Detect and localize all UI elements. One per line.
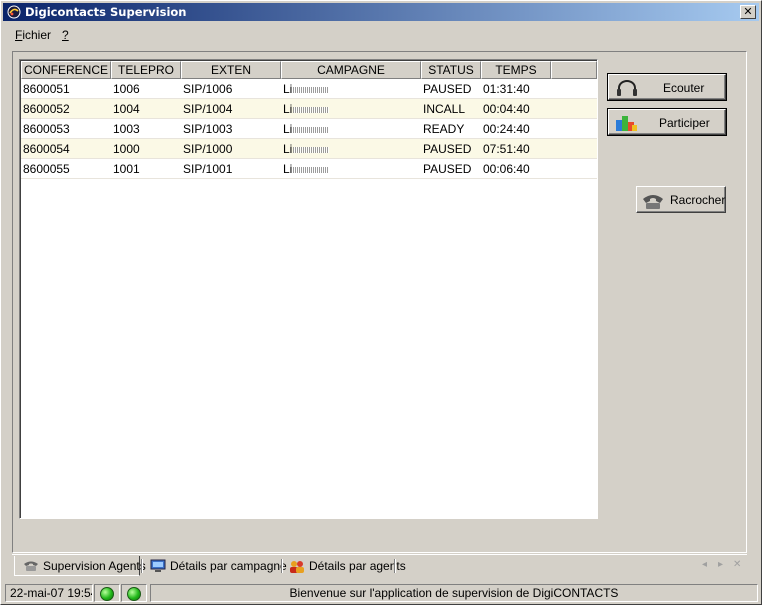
tab-separator: [394, 559, 395, 573]
cell-status: PAUSED: [423, 142, 472, 156]
tab-details-campagne-label: Détails par campagne: [170, 559, 287, 573]
tab-separator: [141, 559, 142, 573]
cell-campagne-text: Li: [283, 82, 293, 96]
cell-temps: 00:06:40: [483, 162, 530, 176]
monitor-icon: [150, 559, 166, 572]
status-led-icon: [127, 587, 141, 601]
cell-exten: SIP/1000: [183, 142, 233, 156]
people-icon: [616, 116, 637, 131]
ecouter-label: Ecouter: [663, 81, 705, 95]
tab-supervision-agents[interactable]: Supervision Agents: [14, 556, 146, 576]
cell-conference: 8600052: [23, 102, 70, 116]
tab-close-icon[interactable]: ✕: [733, 559, 741, 570]
title-bar[interactable]: Digicontacts Supervision ✕: [3, 3, 759, 21]
status-datetime: 22-mai-07 19:54: [5, 584, 93, 602]
cell-telepro: 1001: [113, 162, 140, 176]
tab-separator: [281, 559, 282, 573]
cell-telepro: 1006: [113, 82, 140, 96]
phone-hangup-icon: [643, 195, 663, 209]
col-temps[interactable]: TEMPS: [481, 61, 551, 79]
menu-fichier-label: ichier: [22, 28, 52, 42]
close-button[interactable]: ✕: [740, 5, 756, 19]
status-led-pane-1: [94, 584, 120, 602]
cell-conference: 8600053: [23, 122, 70, 136]
tab-next-icon[interactable]: ▸: [718, 559, 723, 570]
cell-status: READY: [423, 122, 465, 136]
phone-icon: [24, 561, 38, 571]
cell-temps: 00:24:40: [483, 122, 530, 136]
cell-status: PAUSED: [423, 162, 472, 176]
racrocher-label: Racrocher: [670, 193, 726, 207]
window-title: Digicontacts Supervision: [25, 5, 187, 19]
cell-exten: SIP/1003: [183, 122, 233, 136]
redacted-mark: [293, 166, 330, 173]
cell-status: INCALL: [423, 102, 466, 116]
tab-details-agents-label: Détails par agents: [309, 559, 406, 573]
cell-exten: SIP/1006: [183, 82, 233, 96]
main-window: Digicontacts Supervision ✕ Fichier ? CON…: [0, 0, 762, 605]
col-campagne[interactable]: CAMPAGNE: [281, 61, 421, 79]
cell-temps: 07:51:40: [483, 142, 530, 156]
cell-campagne-text: Li: [283, 142, 293, 156]
table-row[interactable]: 8600055 1001 SIP/1001 Li PAUSED 00:06:40: [21, 159, 597, 179]
status-message: Bienvenue sur l'application de supervisi…: [150, 584, 758, 602]
status-led-pane-2: [121, 584, 147, 602]
redacted-mark: [293, 126, 330, 133]
tab-supervision-agents-label: Supervision Agents: [43, 559, 146, 573]
redacted-mark: [293, 106, 330, 113]
cell-campagne: Li: [283, 102, 330, 116]
cell-exten: SIP/1001: [183, 162, 233, 176]
cell-campagne-text: Li: [283, 122, 293, 136]
col-telepro[interactable]: TELEPRO: [111, 61, 181, 79]
cell-conference: 8600054: [23, 142, 70, 156]
headphones-icon: [617, 80, 637, 96]
col-conference[interactable]: CONFERENCE: [21, 61, 111, 79]
cell-campagne-text: Li: [283, 162, 293, 176]
table-row[interactable]: 8600053 1003 SIP/1003 Li READY 00:24:40: [21, 119, 597, 139]
cell-campagne: Li: [283, 142, 330, 156]
cell-campagne: Li: [283, 162, 330, 176]
cell-telepro: 1004: [113, 102, 140, 116]
participer-button[interactable]: Participer: [607, 108, 727, 136]
cell-exten: SIP/1004: [183, 102, 233, 116]
col-status[interactable]: STATUS: [421, 61, 481, 79]
redacted-mark: [293, 86, 330, 93]
table-row[interactable]: 8600054 1000 SIP/1000 Li PAUSED 07:51:40: [21, 139, 597, 159]
ecouter-button[interactable]: Ecouter: [607, 73, 727, 101]
app-logo-icon: [7, 5, 21, 19]
col-filler: [551, 61, 597, 79]
menu-help-label: ?: [62, 28, 69, 42]
status-bar: 22-mai-07 19:54 Bienvenue sur l'applicat…: [3, 583, 759, 603]
cell-campagne-text: Li: [283, 102, 293, 116]
tab-prev-icon[interactable]: ◂: [702, 559, 707, 570]
agents-icon: [290, 561, 304, 573]
table-row[interactable]: 8600051 1006 SIP/1006 Li PAUSED 01:31:40: [21, 79, 597, 99]
cell-telepro: 1000: [113, 142, 140, 156]
table-row[interactable]: 8600052 1004 SIP/1004 Li INCALL 00:04:40: [21, 99, 597, 119]
status-led-icon: [100, 587, 114, 601]
grid-header: CONFERENCE TELEPRO EXTEN CAMPAGNE STATUS…: [21, 61, 597, 79]
tab-bar: Supervision Agents Détails par campagne …: [12, 554, 747, 576]
cell-status: PAUSED: [423, 82, 472, 96]
cell-campagne: Li: [283, 82, 330, 96]
tab-details-campagne[interactable]: Détails par campagne: [144, 556, 287, 576]
tab-details-agents[interactable]: Détails par agents: [284, 556, 406, 576]
racrocher-button[interactable]: Racrocher: [636, 186, 726, 213]
menu-fichier[interactable]: Fichier: [15, 28, 51, 42]
menu-help[interactable]: ?: [62, 28, 69, 42]
cell-conference: 8600051: [23, 82, 70, 96]
cell-campagne: Li: [283, 122, 330, 136]
participer-label: Participer: [659, 116, 710, 130]
cell-telepro: 1003: [113, 122, 140, 136]
cell-conference: 8600055: [23, 162, 70, 176]
agents-grid[interactable]: CONFERENCE TELEPRO EXTEN CAMPAGNE STATUS…: [19, 59, 598, 519]
redacted-mark: [293, 146, 330, 153]
col-exten[interactable]: EXTEN: [181, 61, 281, 79]
cell-temps: 01:31:40: [483, 82, 530, 96]
menu-bar: Fichier ?: [3, 25, 759, 45]
cell-temps: 00:04:40: [483, 102, 530, 116]
